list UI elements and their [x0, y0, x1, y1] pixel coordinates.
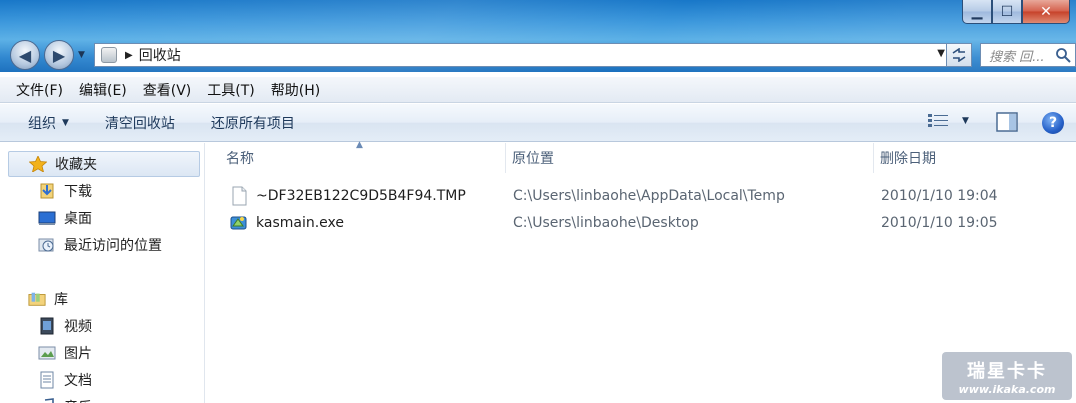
forward-button[interactable]: ▶: [44, 40, 74, 70]
menu-edit[interactable]: 编辑(E): [71, 80, 135, 100]
sidebar-item-downloads[interactable]: 下载: [38, 181, 92, 201]
column-header-date-deleted[interactable]: 删除日期: [874, 143, 1076, 173]
menu-view[interactable]: 查看(V): [135, 80, 200, 100]
back-button[interactable]: ◀: [10, 40, 40, 70]
sidebar-item-desktop[interactable]: 桌面: [38, 208, 92, 228]
restore-all-label: 还原所有项目: [210, 115, 295, 132]
menu-file[interactable]: 文件(F): [0, 80, 71, 100]
navigation-row: ◀ ▶ ▼ ▶ 回收站 ▼ 搜索 回...: [8, 38, 1076, 72]
sidebar-item-music[interactable]: 音乐: [38, 397, 92, 403]
restore-all-button[interactable]: 还原所有项目: [193, 113, 313, 133]
column-header-label: 名称: [226, 151, 254, 167]
breadcrumb-separator-icon[interactable]: ▶: [125, 50, 133, 61]
watermark-logo: 瑞星卡卡 www.ikaka.com: [942, 352, 1072, 400]
sidebar-item-label: 库: [54, 292, 68, 308]
sidebar-item-libraries[interactable]: 库: [28, 289, 68, 309]
desktop-icon: [38, 210, 56, 226]
help-icon[interactable]: ?: [1042, 112, 1064, 134]
libraries-icon: [28, 291, 46, 307]
close-icon: ✕: [1040, 3, 1052, 20]
sidebar-item-label: 文档: [64, 373, 92, 389]
organize-button[interactable]: 组织 ▼: [0, 113, 87, 133]
close-button[interactable]: ✕: [1022, 0, 1070, 24]
refresh-button[interactable]: [946, 43, 972, 67]
minimize-icon: ▁: [971, 3, 983, 20]
sidebar-item-label: 最近访问的位置: [64, 238, 162, 254]
watermark-title: 瑞星卡卡: [967, 360, 1047, 382]
menu-tools[interactable]: 工具(T): [199, 80, 262, 100]
preview-pane-icon[interactable]: [996, 112, 1018, 132]
maximize-icon: ☐: [1000, 3, 1014, 20]
column-header-label: 原位置: [512, 151, 554, 167]
column-header-name[interactable]: 名称 ▲: [206, 140, 506, 173]
column-header-label: 删除日期: [880, 151, 936, 167]
downloads-icon: [38, 183, 56, 199]
menu-help[interactable]: 帮助(H): [263, 80, 328, 100]
videos-icon: [38, 317, 56, 335]
sidebar-item-favorites[interactable]: 收藏夹: [8, 151, 200, 177]
details-view-icon: [928, 114, 948, 127]
sidebar-item-label: 收藏夹: [55, 157, 97, 173]
sort-ascending-icon: ▲: [356, 140, 363, 150]
recent-pages-dropdown-icon[interactable]: ▼: [78, 50, 85, 60]
search-input[interactable]: 搜索 回...: [980, 43, 1076, 67]
address-bar[interactable]: ▶ 回收站 ▼: [94, 43, 952, 67]
view-options-caret-icon[interactable]: ▼: [962, 116, 969, 126]
minimize-button[interactable]: ▁: [962, 0, 992, 24]
address-dropdown-icon[interactable]: ▼: [937, 48, 945, 59]
menu-bar: 文件(F) 编辑(E) 查看(V) 工具(T) 帮助(H): [0, 77, 1076, 103]
music-icon: [38, 398, 56, 403]
empty-recycle-bin-button[interactable]: 清空回收站: [87, 113, 193, 133]
sidebar-item-label: 视频: [64, 319, 92, 335]
table-row[interactable]: kasmain.exe C:\Users\linbaohe\Desktop 20…: [226, 211, 1076, 235]
exe-app-icon: [230, 216, 247, 230]
maximize-button[interactable]: ☐: [992, 0, 1022, 24]
recycle-bin-icon: [101, 47, 117, 63]
blank-file-icon: [232, 186, 247, 206]
sidebar-item-label: 图片: [64, 346, 92, 362]
empty-recycle-bin-label: 清空回收站: [104, 115, 175, 132]
address-text[interactable]: 回收站: [139, 45, 181, 65]
sidebar-item-videos[interactable]: 视频: [38, 316, 92, 336]
file-original-location: C:\Users\linbaohe\Desktop: [513, 215, 699, 231]
watermark-url: www.ikaka.com: [958, 382, 1056, 396]
search-icon[interactable]: [1055, 47, 1071, 63]
sidebar-item-pictures[interactable]: 图片: [38, 343, 92, 363]
window-controls: ▁ ☐ ✕: [962, 0, 1070, 24]
pictures-icon: [38, 345, 56, 361]
column-header-original-location[interactable]: 原位置: [506, 143, 874, 173]
file-original-location: C:\Users\linbaohe\AppData\Local\Temp: [513, 188, 785, 204]
sidebar-item-documents[interactable]: 文档: [38, 370, 92, 390]
forward-arrow-icon: ▶: [52, 45, 66, 65]
search-placeholder: 搜索 回...: [989, 49, 1045, 65]
navigation-pane: 收藏夹 下载 桌面 最近访问的位置 库 视频 图片 文档: [0, 143, 205, 403]
documents-icon: [38, 371, 56, 389]
file-name: kasmain.exe: [256, 215, 344, 231]
sidebar-item-label: 音乐: [64, 397, 92, 403]
star-icon: [29, 156, 47, 172]
recent-places-icon: [38, 237, 56, 253]
back-arrow-icon: ◀: [18, 45, 32, 65]
sidebar-item-label: 桌面: [64, 211, 92, 227]
change-view-button[interactable]: ▼: [928, 114, 969, 128]
sidebar-item-label: 下载: [64, 184, 92, 200]
organize-label: 组织: [28, 115, 56, 132]
file-name: ~DF32EB122C9D5B4F94.TMP: [256, 188, 466, 204]
sidebar-item-recent-places[interactable]: 最近访问的位置: [38, 235, 162, 255]
file-date-deleted: 2010/1/10 19:05: [881, 215, 998, 231]
chevron-down-icon: ▼: [62, 117, 69, 128]
command-bar: 组织 ▼ 清空回收站 还原所有项目 ▼ ?: [0, 104, 1076, 142]
table-row[interactable]: ~DF32EB122C9D5B4F94.TMP C:\Users\linbaoh…: [226, 184, 1076, 208]
refresh-icon: [952, 48, 966, 62]
file-date-deleted: 2010/1/10 19:04: [881, 188, 998, 204]
